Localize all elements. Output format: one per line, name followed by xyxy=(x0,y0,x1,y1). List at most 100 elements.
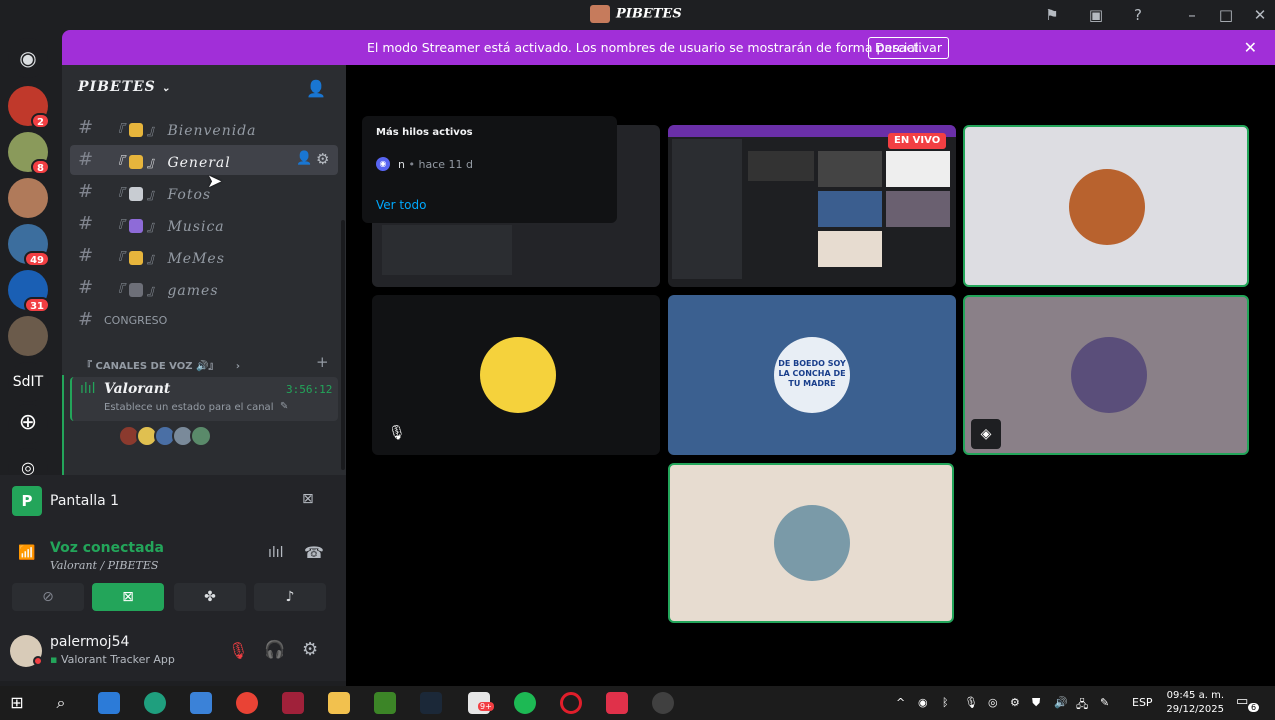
voice-category-header[interactable]: 『 CANALES DE VOZ 🔊』 › xyxy=(82,357,240,372)
channel-name: 『』 Bienvenida xyxy=(110,123,257,139)
steam-tray-icon[interactable]: ⚙ xyxy=(1010,696,1020,709)
tray-app-icon[interactable]: ◉ xyxy=(918,696,928,709)
mention-badge: 8 xyxy=(31,159,50,175)
store-icon[interactable] xyxy=(190,692,212,714)
stream-button[interactable]: ⊠ xyxy=(92,583,164,611)
channel-memes[interactable]: # 『』 MeMes xyxy=(70,241,338,271)
server-icon-1[interactable]: 2 xyxy=(8,86,50,129)
server-icon-5[interactable]: 31 xyxy=(8,270,50,313)
opera-icon[interactable] xyxy=(560,692,582,714)
channel-general[interactable]: # 『』 General 👤 ⚙ xyxy=(70,145,338,175)
flag-icon[interactable]: ⚑ xyxy=(1042,5,1062,25)
screen-share-icon: ⊠ xyxy=(122,589,134,605)
help-icon[interactable]: ? xyxy=(1128,5,1148,25)
stream-preview-thumb xyxy=(818,231,882,267)
deactivate-button[interactable]: Desactivar xyxy=(868,37,949,59)
hash-icon: # xyxy=(78,117,94,138)
pencil-icon: ✎ xyxy=(280,401,289,412)
outlook-icon[interactable] xyxy=(98,692,120,714)
activities-icon: ✤ xyxy=(204,589,216,605)
files-icon[interactable]: 9+ xyxy=(468,692,494,714)
date: 29/12/2025 xyxy=(1166,704,1224,715)
file-explorer-icon[interactable] xyxy=(328,692,350,714)
channel-status[interactable]: Establece un estado para el canal xyxy=(104,402,273,413)
participant-tile[interactable] xyxy=(668,463,954,623)
voice-channel-valorant[interactable]: ılıl Valorant 3:56:12 Establece un estad… xyxy=(70,377,338,421)
notifications-icon[interactable]: ▭ xyxy=(1236,694,1248,709)
server-icon-3[interactable] xyxy=(8,178,48,218)
spotify-icon[interactable] xyxy=(514,692,536,714)
server-icon-sdit[interactable]: SdIT xyxy=(8,362,48,402)
channel-games[interactable]: # 『』 games xyxy=(70,273,338,303)
security-icon[interactable]: ⛊ xyxy=(1032,696,1040,710)
close-icon[interactable]: ✕ xyxy=(1244,38,1257,57)
channel-fotos[interactable]: # 『』 Fotos xyxy=(70,177,338,207)
channel-congreso[interactable]: # CONGRESO xyxy=(70,305,338,335)
valorant-icon[interactable] xyxy=(282,692,304,714)
server-icon-4[interactable]: 49 xyxy=(8,224,50,267)
channel-bienvenida[interactable]: # 『』 Bienvenida xyxy=(70,113,338,143)
signal-icon[interactable]: 📶 xyxy=(18,545,35,561)
steam-icon[interactable] xyxy=(420,692,442,714)
bluetooth-icon[interactable]: ᛒ xyxy=(942,696,949,709)
add-channel-icon[interactable]: + xyxy=(316,353,329,371)
participant-tile[interactable]: DE BOEDO SOY LA CONCHA DE TU MADRE xyxy=(668,295,956,455)
sidebar-scrollbar[interactable] xyxy=(341,220,345,470)
participant-tile[interactable]: ◈ xyxy=(963,295,1249,455)
participant-tile[interactable]: 🎙 xyxy=(372,295,660,455)
soundboard-button[interactable]: ♪ xyxy=(254,583,326,611)
thread-item[interactable]: n • hace 11 d xyxy=(398,158,473,171)
volume-icon[interactable]: 🔊 xyxy=(1054,696,1068,709)
invite-icon[interactable]: 👤 xyxy=(296,151,312,166)
disconnect-icon[interactable]: ☎ xyxy=(304,543,324,562)
windows-start-icon[interactable]: ⊞ xyxy=(6,692,28,714)
microphone-icon[interactable]: 🎙 xyxy=(964,696,978,709)
vanguard-icon[interactable] xyxy=(606,692,628,714)
live-badge: EN VIVO xyxy=(888,133,947,149)
noise-suppression-icon[interactable]: ılıl xyxy=(268,545,284,561)
discord-tray-icon[interactable]: ◎ xyxy=(988,696,998,709)
headphones-icon[interactable]: 🎧 xyxy=(264,640,285,660)
chevron-up-icon[interactable]: ^ xyxy=(896,696,905,709)
inbox-icon[interactable]: ▣ xyxy=(1086,5,1106,25)
title-bar: PIBETES ⚑ ▣ ? – □ ✕ xyxy=(0,0,1275,30)
mute-icon[interactable]: 🎙 xyxy=(228,641,248,660)
channel-name: CONGRESO xyxy=(104,314,168,327)
voice-location[interactable]: Valorant / PIBETES xyxy=(50,559,158,572)
voice-indicator-bar xyxy=(62,375,64,485)
voice-channel-name: Valorant xyxy=(104,381,171,397)
live-stream-tile[interactable]: EN VIVO xyxy=(668,125,956,287)
channel-name: 『』 Fotos xyxy=(110,187,212,203)
activities-button[interactable]: ✤ xyxy=(174,583,246,611)
app-icon[interactable] xyxy=(652,692,674,714)
pen-icon[interactable]: ✎ xyxy=(1100,696,1109,709)
discord-home-button[interactable]: ◉ xyxy=(8,38,48,78)
username[interactable]: palermoj54 xyxy=(50,634,129,650)
maximize-button[interactable]: □ xyxy=(1216,5,1236,25)
stop-stream-icon[interactable]: ⊠ xyxy=(302,491,314,507)
gear-icon[interactable]: ⚙ xyxy=(316,150,329,168)
activity-icon[interactable]: ◈ xyxy=(971,419,1001,449)
chrome-icon[interactable] xyxy=(236,692,258,714)
clock[interactable]: 09:45 a. m. 29/12/2025 xyxy=(1160,689,1224,717)
server-icon-2[interactable]: 8 xyxy=(8,132,50,175)
invite-icon[interactable]: 👤 xyxy=(306,79,326,98)
search-icon[interactable]: ⌕ xyxy=(50,692,72,714)
speaker-icon: 🔊 xyxy=(195,361,209,372)
edge-icon[interactable] xyxy=(144,692,166,714)
gear-icon[interactable]: ⚙ xyxy=(302,639,318,660)
channel-musica[interactable]: # 『』 Musica xyxy=(70,209,338,239)
see-all-link[interactable]: Ver todo xyxy=(376,198,426,212)
participant-tile[interactable] xyxy=(963,125,1249,287)
emoji-icon xyxy=(129,219,143,233)
camera-off-button[interactable]: ⊘ xyxy=(12,583,84,611)
network-icon[interactable]: 🖧 xyxy=(1076,696,1088,715)
close-window-button[interactable]: ✕ xyxy=(1250,5,1270,25)
language-indicator[interactable]: ESP xyxy=(1132,696,1153,709)
add-server-button[interactable]: ⊕ xyxy=(8,404,48,444)
server-name-header[interactable]: PIBETES ⌄ xyxy=(78,79,171,95)
server-icon-6[interactable] xyxy=(8,316,48,356)
voice-participants[interactable] xyxy=(118,425,238,447)
minecraft-icon[interactable] xyxy=(374,692,396,714)
minimize-button[interactable]: – xyxy=(1182,5,1202,25)
